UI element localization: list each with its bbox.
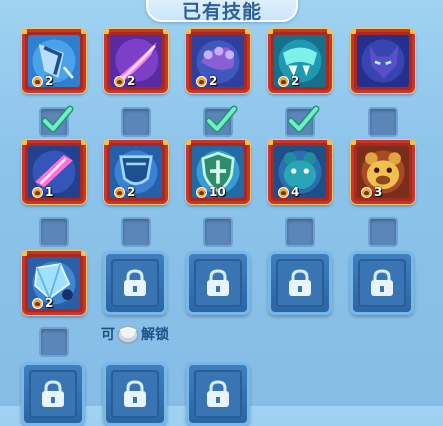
panel-title: 已有技能 xyxy=(181,1,262,23)
skill-slot-11[interactable]: 2 xyxy=(22,251,86,315)
equip-checkbox-10[interactable] xyxy=(368,217,398,247)
lock-icon xyxy=(124,380,146,407)
equip-checkbox-4[interactable] xyxy=(285,105,320,137)
unlock-hint: 可 解锁 xyxy=(101,323,169,345)
skill-slot-2[interactable]: 2 xyxy=(104,29,168,93)
lock-icon xyxy=(42,380,64,407)
equip-checkbox-2[interactable] xyxy=(121,107,151,137)
equip-checkbox-6[interactable] xyxy=(39,217,69,247)
skill-slot-7[interactable]: 2 xyxy=(104,140,168,204)
skill-level-badge: 2 xyxy=(276,74,302,88)
skill-slot-10[interactable]: 3 xyxy=(351,140,415,204)
paw-icon xyxy=(32,75,43,87)
paw-icon xyxy=(196,186,207,198)
skill-slot-8[interactable]: 10 xyxy=(186,140,250,204)
skill-level-badge: 2 xyxy=(112,74,138,88)
lock-icon xyxy=(207,380,229,407)
locked-skill-slot[interactable] xyxy=(268,251,332,315)
locked-skill-slot[interactable] xyxy=(21,362,85,426)
locked-skill-slot[interactable] xyxy=(186,362,250,426)
skill-level-badge: 2 xyxy=(30,296,56,310)
locked-skill-slot[interactable] xyxy=(103,362,167,426)
skill-level-badge: 2 xyxy=(30,74,56,88)
skill-slot-5[interactable] xyxy=(351,29,415,93)
silver-coin-icon xyxy=(117,326,139,344)
lock-icon xyxy=(207,269,229,296)
paw-icon xyxy=(361,186,372,198)
locked-skill-slot[interactable] xyxy=(103,251,167,315)
paw-icon xyxy=(196,75,207,87)
lock-icon xyxy=(289,269,311,296)
skill-level-badge: 2 xyxy=(194,74,220,88)
lock-icon xyxy=(371,269,393,296)
checkmark-icon xyxy=(287,105,320,133)
checkmark-icon xyxy=(205,105,238,133)
skill-slot-6[interactable]: 1 xyxy=(22,140,86,204)
skill-level-badge: 3 xyxy=(359,185,385,199)
equip-checkbox-7[interactable] xyxy=(121,217,151,247)
equip-checkbox-11[interactable] xyxy=(39,327,69,357)
checkmark-icon xyxy=(41,105,74,133)
paw-icon xyxy=(114,75,125,87)
skill-level-badge: 2 xyxy=(112,185,138,199)
equip-checkbox-1[interactable] xyxy=(39,105,74,137)
skill-slot-9[interactable]: 4 xyxy=(268,140,332,204)
locked-skill-slot[interactable] xyxy=(350,251,414,315)
equip-checkbox-8[interactable] xyxy=(203,217,233,247)
paw-icon xyxy=(278,75,289,87)
wolf-head-skill-icon xyxy=(357,35,409,87)
equip-checkbox-3[interactable] xyxy=(203,105,238,137)
skill-level-badge: 10 xyxy=(194,185,229,199)
panel-title-tab: 已有技能 xyxy=(146,0,298,23)
paw-icon xyxy=(32,186,43,198)
lock-icon xyxy=(124,269,146,296)
skill-slot-1[interactable]: 2 xyxy=(22,29,86,93)
paw-icon xyxy=(32,297,43,309)
skill-slot-3[interactable]: 2 xyxy=(186,29,250,93)
equip-checkbox-5[interactable] xyxy=(368,107,398,137)
paw-icon xyxy=(114,186,125,198)
equip-checkbox-9[interactable] xyxy=(285,217,315,247)
skill-level-badge: 4 xyxy=(276,185,302,199)
skill-slot-4[interactable]: 2 xyxy=(268,29,332,93)
skill-level-badge: 1 xyxy=(30,185,56,199)
paw-icon xyxy=(278,186,289,198)
locked-skill-slot[interactable] xyxy=(186,251,250,315)
